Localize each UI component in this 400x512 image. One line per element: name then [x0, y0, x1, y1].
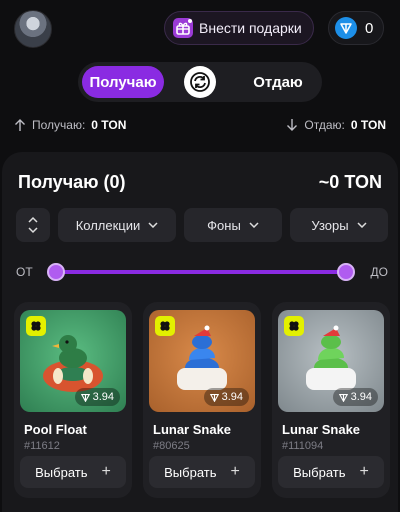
gift-card[interactable]: 3.94 Pool Float #11612 Выбрать +	[14, 302, 132, 498]
receive-panel: Получаю (0) ~0 TON Коллекции Фоны Узоры …	[2, 152, 398, 512]
ton-icon	[80, 393, 90, 402]
receive-summary-label: Получаю:	[32, 118, 86, 132]
select-gift-label: Выбрать	[293, 464, 346, 480]
deposit-gifts-button[interactable]: Внести подарки	[164, 11, 314, 45]
chevron-down-icon	[357, 222, 367, 228]
sort-button[interactable]	[16, 208, 50, 242]
arrow-down-icon	[287, 119, 298, 131]
patterns-dropdown[interactable]: Узоры	[290, 208, 388, 242]
gift-number: #80625	[153, 440, 190, 452]
gift-name: Lunar Snake	[282, 422, 361, 437]
gift-icon	[173, 18, 193, 38]
gift-price-value: 3.94	[350, 391, 372, 403]
backgrounds-dropdown-label: Фоны	[207, 217, 241, 233]
clover-icon	[284, 316, 304, 336]
select-gift-button[interactable]: Выбрать +	[278, 456, 384, 488]
gift-number: #11612	[24, 440, 60, 452]
gift-price-value: 3.94	[92, 391, 114, 403]
gift-price: 3.94	[74, 388, 120, 406]
ton-balance-value: 0	[365, 19, 374, 37]
header: Внести подарки 0	[0, 0, 400, 58]
gift-image: 3.94	[149, 310, 255, 412]
plus-icon: +	[101, 463, 111, 480]
give-summary-label: Отдаю:	[304, 118, 345, 132]
select-gift-label: Выбрать	[35, 464, 88, 480]
gift-number: #111094	[282, 440, 324, 452]
plus-icon: +	[359, 463, 369, 480]
gift-image: 3.94	[20, 310, 126, 412]
gift-card[interactable]: 3.94 Lunar Snake #111094 Выбрать +	[272, 302, 390, 498]
panel-title: Получаю (0)	[18, 172, 126, 192]
patterns-dropdown-label: Узоры	[311, 217, 349, 233]
gift-name: Pool Float	[24, 422, 87, 437]
gift-card[interactable]: 3.94 Lunar Snake #80625 Выбрать +	[143, 302, 261, 498]
backgrounds-dropdown[interactable]: Фоны	[184, 208, 282, 242]
gift-price-value: 3.94	[221, 391, 243, 403]
sort-icon	[28, 216, 38, 234]
summary-row: Получаю: 0 TON Отдаю: 0 TON	[14, 118, 386, 138]
collections-dropdown[interactable]: Коллекции	[58, 208, 176, 242]
mode-toggle: Получаю Отдаю	[78, 62, 322, 102]
give-summary-value: 0 TON	[350, 118, 386, 132]
range-max-handle[interactable]	[337, 263, 355, 281]
clover-icon	[26, 316, 46, 336]
gift-price: 3.94	[203, 388, 249, 406]
ton-icon	[335, 17, 357, 39]
range-min-handle[interactable]	[47, 263, 65, 281]
range-to-label: ДО	[370, 265, 388, 279]
plus-icon: +	[230, 463, 240, 480]
gift-name: Lunar Snake	[153, 422, 232, 437]
collections-dropdown-label: Коллекции	[75, 217, 141, 233]
receive-summary: Получаю: 0 TON	[14, 118, 126, 132]
chevron-down-icon	[148, 222, 158, 228]
avatar[interactable]	[14, 10, 52, 48]
chevron-down-icon	[249, 222, 259, 228]
gift-price: 3.94	[332, 388, 378, 406]
price-range-slider: ОТ ДО	[16, 262, 388, 282]
select-gift-button[interactable]: Выбрать +	[149, 456, 255, 488]
give-summary: Отдаю: 0 TON	[286, 118, 386, 132]
deposit-gifts-label: Внести подарки	[199, 20, 302, 36]
receive-summary-value: 0 TON	[91, 118, 127, 132]
clover-icon	[155, 316, 175, 336]
select-gift-button[interactable]: Выбрать +	[20, 456, 126, 488]
select-gift-label: Выбрать	[164, 464, 217, 480]
panel-total: ~0 TON	[318, 172, 382, 192]
range-track[interactable]	[56, 270, 346, 274]
range-from-label: ОТ	[16, 265, 33, 279]
tab-receive[interactable]: Получаю	[82, 66, 164, 98]
swap-icon[interactable]	[184, 66, 216, 98]
arrow-up-icon	[15, 119, 25, 131]
ton-icon	[209, 393, 219, 402]
ton-icon	[338, 393, 348, 402]
gift-image: 3.94	[278, 310, 384, 412]
tab-give[interactable]: Отдаю	[238, 66, 318, 98]
ton-balance-button[interactable]: 0	[328, 11, 384, 45]
filter-row: Коллекции Фоны Узоры	[16, 208, 388, 242]
